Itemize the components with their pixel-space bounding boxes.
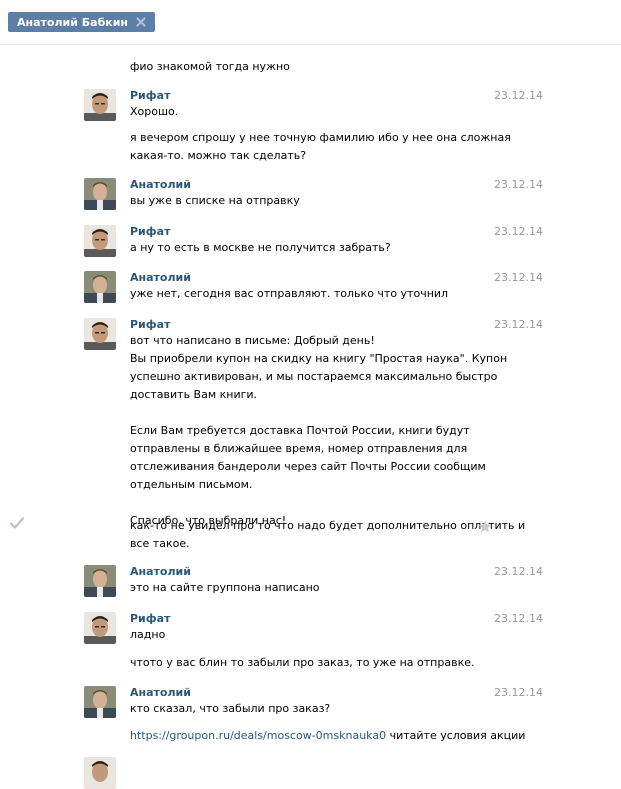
message-text: это на сайте группона написано (130, 579, 480, 597)
message-line: это на сайте группона написано (130, 581, 320, 594)
message-line: а ну то есть в москве не получится забра… (130, 241, 391, 254)
avatar[interactable] (84, 271, 116, 303)
message-line: фио знакомой тогда нужно (130, 60, 290, 73)
message-line: отправлены в ближайшее время, номер отпр… (130, 442, 468, 455)
dialog-tab[interactable]: Анатолий Бабкин (8, 12, 156, 32)
avatar[interactable] (84, 225, 116, 257)
message-line: какая-то. можно так сделать? (130, 149, 307, 162)
message-author[interactable]: Рифат (130, 225, 170, 238)
message-date[interactable]: 23.12.14 (494, 89, 543, 102)
message-line: успешно активирован, и мы постараемся ма… (130, 370, 498, 383)
message-line: Вы приобрели купон на скидку на книгу "П… (130, 352, 508, 365)
message-author[interactable]: Анатолий (130, 686, 191, 699)
message-line: вы уже в списке на отправку (130, 194, 300, 207)
message-text: я вечером спрошу у нее точную фамилию иб… (130, 129, 511, 165)
message-line: как-то не увидел про то что надо будет д… (130, 519, 526, 532)
message-text: вот что написано в письме: Добрый день! … (130, 332, 508, 530)
message-line: Хорошо. (130, 105, 179, 118)
message-line: отдельным письмом. (130, 478, 253, 491)
message-text: чтото у вас блин то забыли про заказ, то… (130, 654, 480, 672)
message-date[interactable]: 23.12.14 (494, 225, 543, 238)
avatar[interactable] (84, 178, 116, 210)
message-date[interactable]: 23.12.14 (494, 612, 543, 625)
dialog-header: Анатолий Бабкин (0, 0, 621, 45)
message-author[interactable]: Рифат (130, 318, 170, 331)
message-text: уже нет, сегодня вас отправляют. только … (130, 285, 480, 303)
message-line: доставить Вам книги. (130, 388, 258, 401)
avatar[interactable] (84, 757, 116, 789)
message-text: https://groupon.ru/deals/moscow-0msknauk… (130, 727, 525, 745)
message-author[interactable]: Рифат (130, 612, 170, 625)
message-link[interactable]: https://groupon.ru/deals/moscow-0msknauk… (130, 729, 386, 742)
message-author[interactable]: Анатолий (130, 565, 191, 578)
message-line: чтото у вас блин то забыли про заказ, то… (130, 656, 475, 669)
message-line: ладно (130, 628, 166, 641)
message-text: фио знакомой тогда нужно (130, 58, 480, 76)
avatar[interactable] (84, 612, 116, 644)
message-text: как-то не увидел про то что надо будет д… (130, 517, 526, 553)
message-date[interactable]: 23.12.14 (494, 565, 543, 578)
message-line: вот что написано в письме: Добрый день! (130, 334, 375, 347)
message-date[interactable]: 23.12.14 (494, 318, 543, 331)
message-line: я вечером спрошу у нее точную фамилию иб… (130, 131, 511, 144)
message-line: Если Вам требуется доставка Почтой Росси… (130, 424, 470, 437)
message-line: кто сказал, что забыли про заказ? (130, 702, 331, 715)
message-author[interactable]: Анатолий (130, 271, 191, 284)
message-text: кто сказал, что забыли про заказ? (130, 700, 480, 718)
avatar[interactable] (84, 686, 116, 718)
message-line: отслеживания бандероли через сайт Почты … (130, 460, 486, 473)
message-text: а ну то есть в москве не получится забра… (130, 239, 480, 257)
message-author[interactable]: Анатолий (130, 178, 191, 191)
message-line: уже нет, сегодня вас отправляют. только … (130, 287, 449, 300)
message-line: все такое. (130, 537, 190, 550)
dialog-tab-title: Анатолий Бабкин (17, 15, 129, 29)
avatar[interactable] (84, 565, 116, 597)
star-icon[interactable] (478, 520, 492, 536)
message-line: https://groupon.ru/deals/moscow-0msknauk… (130, 727, 525, 745)
avatar[interactable] (84, 318, 116, 350)
message-author[interactable]: Рифат (130, 89, 170, 102)
close-icon[interactable] (135, 16, 147, 28)
message-text: ладно (130, 626, 480, 644)
message-date[interactable]: 23.12.14 (494, 686, 543, 699)
message-date[interactable]: 23.12.14 (494, 271, 543, 284)
message-list: фио знакомой тогда нужно Рифат 23.12.14 … (0, 45, 621, 789)
message-date[interactable]: 23.12.14 (494, 178, 543, 191)
check-icon[interactable] (9, 517, 25, 532)
message-text: Хорошо. (130, 103, 480, 121)
message-text: вы уже в списке на отправку (130, 192, 480, 210)
avatar[interactable] (84, 89, 116, 121)
message-link-suffix: читайте условия акции (386, 729, 526, 742)
